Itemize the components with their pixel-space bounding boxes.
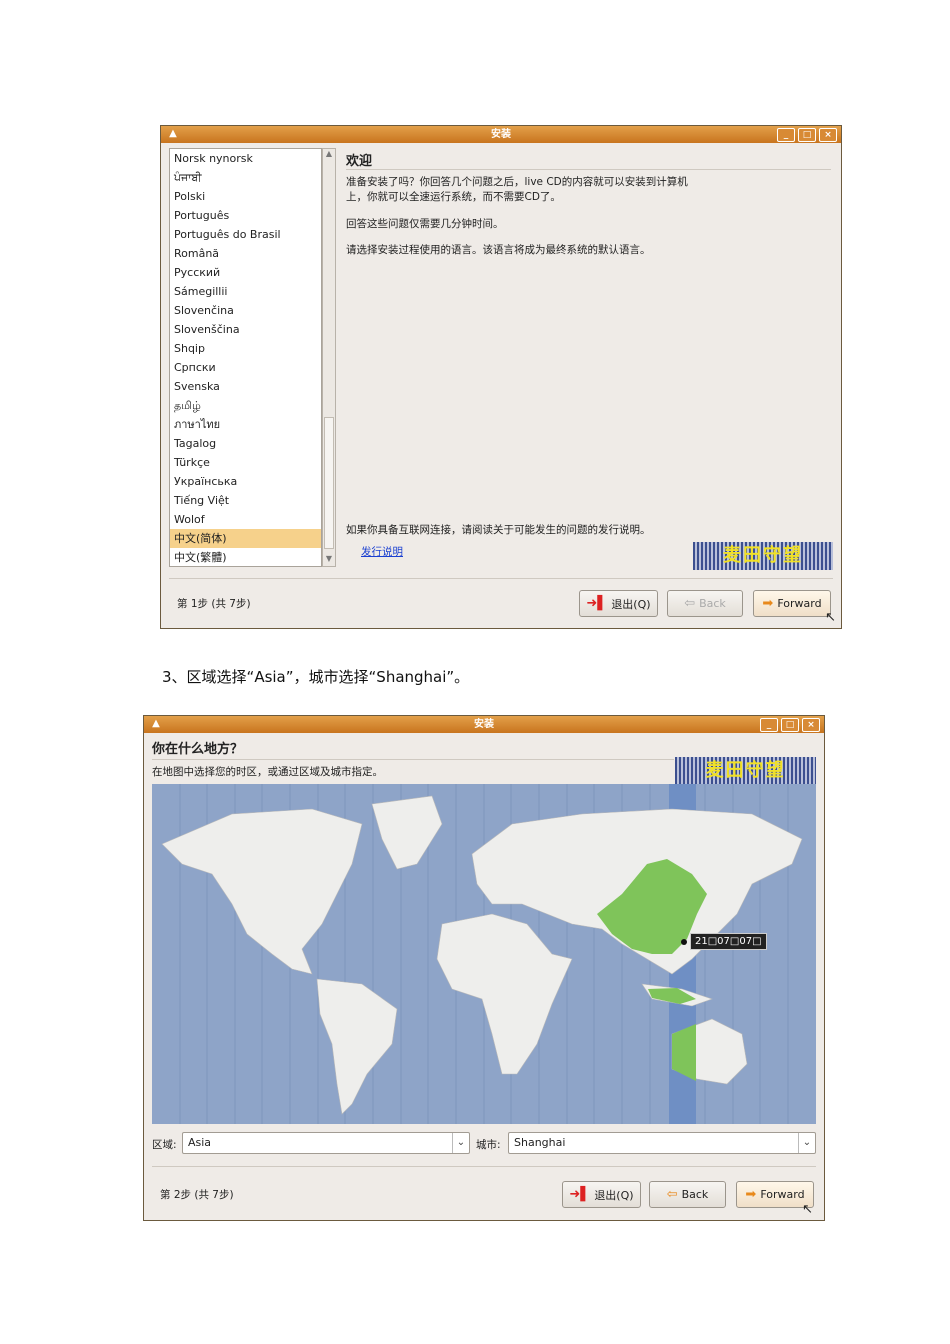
minimize-button[interactable]: _ [777,128,795,142]
welcome-heading: 欢迎 [346,154,373,169]
language-list-scrollbar[interactable]: ▲ ▼ [322,148,336,567]
back-button[interactable]: ⇦ Back [649,1181,726,1208]
language-option[interactable]: Slovenčina [170,301,321,320]
footer-divider [169,578,833,579]
scroll-down-arrow-icon[interactable]: ▼ [323,554,335,566]
language-option[interactable]: Norsk nynorsk [170,149,321,168]
language-option[interactable]: 中文(简体) [170,529,321,548]
installer-app-icon: ▲ [169,128,177,139]
language-option[interactable]: Türkçe [170,453,321,472]
back-button: ⇦ Back [667,590,743,617]
language-option[interactable]: Sámegillii [170,282,321,301]
language-option[interactable]: 中文(繁體) [170,548,321,566]
time-text: 回答这些问题仅需要几分钟时间。 [346,218,504,230]
forward-arrow-icon: ➡ [745,1187,757,1202]
title-bar: ▲ 安装 _ □ × [144,716,824,733]
step-caption: 3、区域选择“Asia”，城市选择“Shanghai”。 [162,668,470,686]
scroll-up-arrow-icon[interactable]: ▲ [323,149,335,161]
location-heading: 你在什么地方？ [152,742,244,757]
language-option[interactable]: Română [170,244,321,263]
chevron-down-icon: ⌄ [798,1133,815,1153]
shanghai-marker [681,939,687,945]
world-map[interactable] [152,784,816,1124]
scrollbar-thumb[interactable] [324,417,334,549]
watermark-banner: 麦田守望 [675,757,816,785]
footer-divider [152,1166,816,1167]
time-tooltip: 21□07□07□ [690,933,767,950]
language-option[interactable]: ਪੰਜਾਬੀ [170,168,321,187]
back-arrow-icon: ⇦ [666,1187,678,1202]
divider [346,169,831,170]
chevron-down-icon: ⌄ [452,1133,469,1153]
window-title: 安装 [474,719,494,730]
language-option[interactable]: Português [170,206,321,225]
quit-button[interactable]: ➜▌ 退出(Q) [562,1181,641,1208]
exit-door-icon: ➜▌ [569,1187,591,1202]
installer-app-icon: ▲ [152,718,160,729]
language-option[interactable]: ภาษาไทย [170,415,321,434]
language-option[interactable]: Português do Brasil [170,225,321,244]
forward-button[interactable]: ➡ Forward [753,590,831,617]
quit-button[interactable]: ➜▌ 退出(Q) [579,590,658,617]
language-option[interactable]: தமிழ் [170,396,321,415]
window-title: 安装 [491,129,511,140]
timezone-map[interactable]: 21□07□07□ [152,784,816,1124]
forward-arrow-icon: ➡ [762,596,774,611]
maximize-button[interactable]: □ [781,718,799,732]
language-option[interactable]: Shqip [170,339,321,358]
maximize-button[interactable]: □ [798,128,816,142]
watermark-banner: 麦田守望 [693,542,833,570]
divider [152,759,674,760]
language-option[interactable]: Tagalog [170,434,321,453]
close-button[interactable]: × [802,718,820,732]
release-notes-link[interactable]: 发行说明 [361,544,403,559]
language-list[interactable]: Norsk nynorsk ਪੰਜਾਬੀ Polski Português Portug… [169,148,322,567]
intro-text: 准备安装了吗？你回答几个问题之后，live CD的内容就可以安装到计算机上，你就… [346,176,688,203]
close-button[interactable]: × [819,128,837,142]
minimize-button[interactable]: _ [760,718,778,732]
step-indicator: 第 1步 (共 7步) [177,598,251,610]
language-option[interactable]: Svenska [170,377,321,396]
title-bar: ▲ 安装 _ □ × [161,126,841,143]
release-notes-text: 如果你具备互联网连接，请阅读关于可能发生的问题的发行说明。 [346,524,651,536]
mouse-cursor-icon: ↖ [802,1202,813,1217]
language-option[interactable]: Tiếng Việt [170,491,321,510]
document-page: ▲ 安装 _ □ × Norsk nynorsk ਪੰਜਾਬੀ Polski Portug… [0,0,950,1344]
exit-door-icon: ➜▌ [586,596,608,611]
step-indicator: 第 2步 (共 7步) [160,1189,234,1201]
installer-window-language: ▲ 安装 _ □ × Norsk nynorsk ਪੰਜਾਬੀ Polski Portug… [160,125,842,629]
language-option[interactable]: Slovenščina [170,320,321,339]
mouse-cursor-icon: ↖ [825,610,836,625]
language-option[interactable]: Русский [170,263,321,282]
language-option[interactable]: Українська [170,472,321,491]
region-label: 区域: [152,1139,177,1151]
back-arrow-icon: ⇦ [684,596,696,611]
language-option[interactable]: Wolof [170,510,321,529]
language-instruction: 请选择安装过程使用的语言。该语言将成为最终系统的默认语言。 [346,244,651,256]
installer-window-timezone: ▲ 安装 _ □ × 你在什么地方？ 在地图中选择您的时区，或通过区域及城市指定。 … [143,715,825,1221]
language-option[interactable]: Polski [170,187,321,206]
region-select[interactable]: Asia ⌄ [182,1132,470,1154]
city-label: 城市: [476,1139,501,1151]
city-select[interactable]: Shanghai ⌄ [508,1132,816,1154]
language-option[interactable]: Српски [170,358,321,377]
location-subtitle: 在地图中选择您的时区，或通过区域及城市指定。 [152,766,383,778]
